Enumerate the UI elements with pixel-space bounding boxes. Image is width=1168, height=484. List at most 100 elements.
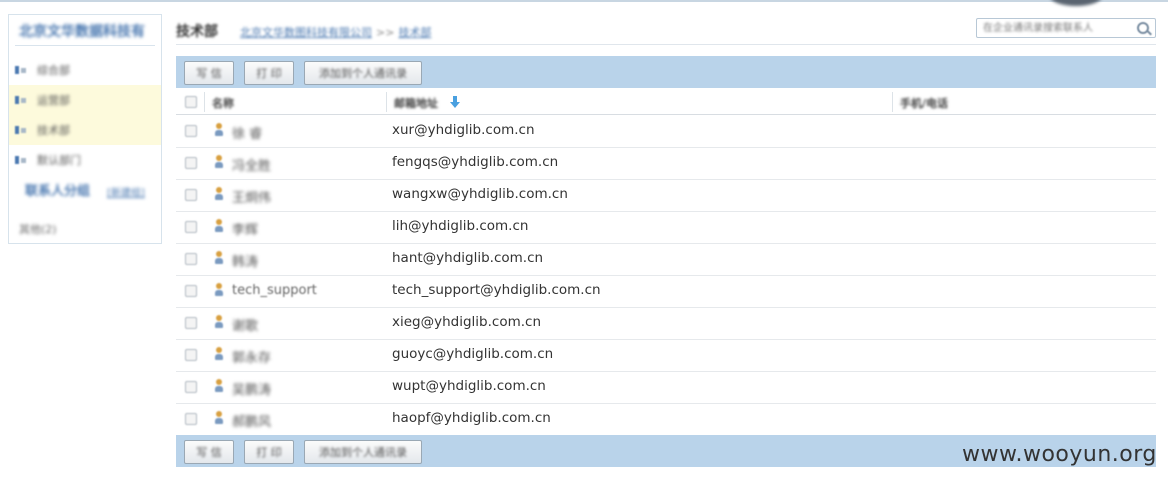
table-row[interactable]: 谢歌 xieg@yhdiglib.com.cn (176, 307, 1156, 340)
contact-name[interactable]: 郭永存 (232, 347, 271, 366)
table-row[interactable]: 王炯伟 wangxw@yhdiglib.com.cn (176, 179, 1156, 212)
contact-email[interactable]: lih@yhdiglib.com.cn (392, 218, 528, 234)
row-checkbox[interactable] (185, 349, 197, 361)
write-button[interactable]: 写 信 (184, 61, 234, 85)
contact-email[interactable]: wangxw@yhdiglib.com.cn (392, 186, 568, 202)
top-toolbar: 写 信 打 印 添加到个人通讯录 (176, 56, 1156, 88)
sidebar-item-dept-1[interactable]: 综合部 (9, 55, 161, 85)
table-row[interactable]: 吴鹏涛 wupt@yhdiglib.com.cn (176, 371, 1156, 404)
add-to-personal-contacts-button[interactable]: 添加到个人通讯录 (304, 440, 422, 464)
write-button-label: 写 信 (196, 446, 222, 459)
contact-email[interactable]: tech_support@yhdiglib.com.cn (392, 282, 601, 298)
breadcrumb: 北京文华数图科技有限公司 >> 技术部 (240, 24, 431, 40)
contact-email[interactable]: guoyc@yhdiglib.com.cn (392, 346, 553, 362)
breadcrumb-root-link[interactable]: 北京文华数图科技有限公司 (240, 26, 372, 39)
row-checkbox[interactable] (185, 317, 197, 329)
table-row[interactable]: tech_support tech_support@yhdiglib.com.c… (176, 275, 1156, 308)
row-checkbox[interactable] (185, 189, 197, 201)
avatar (1050, 0, 1102, 6)
sort-down-icon[interactable] (450, 96, 460, 108)
row-checkbox[interactable] (185, 285, 197, 297)
folder-icon (15, 156, 27, 164)
add-to-personal-label: 添加到个人通讯录 (319, 67, 407, 80)
table-row[interactable]: 韩涛 hant@yhdiglib.com.cn (176, 243, 1156, 276)
contact-email[interactable]: fengqs@yhdiglib.com.cn (392, 154, 558, 170)
column-separator (386, 92, 387, 112)
row-checkbox[interactable] (185, 125, 197, 137)
column-header-phone[interactable]: 手机/电话 (900, 95, 948, 111)
row-checkbox[interactable] (185, 157, 197, 169)
select-all-checkbox[interactable] (185, 96, 197, 108)
print-button[interactable]: 打 印 (244, 440, 294, 464)
sidebar-item-other-group[interactable]: 其他(2) (19, 221, 57, 237)
org-title-link[interactable]: 北京文华数据科技有 (19, 21, 145, 41)
row-checkbox[interactable] (185, 253, 197, 265)
column-header-name[interactable]: 名称 (212, 95, 234, 111)
column-separator (204, 92, 205, 112)
contact-email[interactable]: haopf@yhdiglib.com.cn (392, 410, 551, 426)
search-icon[interactable] (1137, 22, 1149, 34)
breadcrumb-current-link[interactable]: 技术部 (398, 26, 431, 39)
person-icon (215, 155, 223, 169)
person-icon (215, 283, 223, 297)
add-to-personal-contacts-button[interactable]: 添加到个人通讯录 (304, 61, 422, 85)
person-icon (215, 251, 223, 265)
folder-icon (15, 96, 27, 104)
add-to-personal-label: 添加到个人通讯录 (319, 446, 407, 459)
table-row[interactable]: 徐 睿 xur@yhdiglib.com.cn (176, 115, 1156, 148)
contact-email[interactable]: xieg@yhdiglib.com.cn (392, 314, 541, 330)
column-separator (892, 92, 893, 112)
breadcrumb-separator: >> (376, 26, 395, 39)
print-button-label: 打 印 (256, 446, 282, 459)
sidebar-item-label: 运营部 (37, 94, 70, 107)
table-header: 名称 邮箱地址 手机/电话 (176, 90, 1156, 115)
person-icon (215, 219, 223, 233)
folder-icon (15, 66, 27, 74)
row-checkbox[interactable] (185, 221, 197, 233)
print-button-label: 打 印 (256, 67, 282, 80)
sidebar: 北京文华数据科技有 综合部 运营部 技术部 默认部门 联系人分组 [新建组] 其… (8, 14, 162, 244)
person-icon (215, 187, 223, 201)
row-checkbox[interactable] (185, 381, 197, 393)
column-header-email[interactable]: 邮箱地址 (394, 95, 438, 111)
search-input[interactable] (977, 19, 1133, 37)
contact-email[interactable]: wupt@yhdiglib.com.cn (392, 378, 546, 394)
contact-groups-title: 联系人分组 (25, 184, 91, 199)
write-button-label: 写 信 (196, 67, 222, 80)
row-checkbox[interactable] (185, 413, 197, 425)
table-row[interactable]: 郝鹏风 haopf@yhdiglib.com.cn (176, 403, 1156, 435)
contact-email[interactable]: hant@yhdiglib.com.cn (392, 250, 543, 266)
sidebar-item-dept-2[interactable]: 运营部 (9, 85, 161, 115)
page-title: 技术部 (176, 24, 218, 40)
print-button[interactable]: 打 印 (244, 61, 294, 85)
table-row[interactable]: 郭永存 guoyc@yhdiglib.com.cn (176, 339, 1156, 372)
top-border (0, 0, 1168, 2)
new-group-link[interactable]: [新建组] (107, 184, 145, 199)
contact-name[interactable]: 郝鹏风 (232, 411, 271, 430)
contact-name[interactable]: 谢歌 (232, 315, 258, 334)
write-button[interactable]: 写 信 (184, 440, 234, 464)
person-icon (215, 411, 223, 425)
person-icon (215, 347, 223, 361)
sidebar-item-dept-3[interactable]: 技术部 (9, 115, 161, 145)
contact-email[interactable]: xur@yhdiglib.com.cn (392, 122, 535, 138)
table-row[interactable]: 李辉 lih@yhdiglib.com.cn (176, 211, 1156, 244)
search-box (976, 18, 1156, 38)
contact-name[interactable]: tech_support (232, 283, 317, 298)
contact-name[interactable]: 冯全胜 (232, 155, 271, 174)
sidebar-item-label: 技术部 (37, 124, 70, 137)
divider (176, 44, 1156, 45)
sidebar-item-label: 综合部 (37, 64, 70, 77)
divider (15, 45, 155, 46)
watermark: www.wooyun.org (962, 442, 1157, 467)
contact-name[interactable]: 徐 睿 (232, 123, 262, 142)
folder-icon (15, 126, 27, 134)
sidebar-item-dept-4[interactable]: 默认部门 (9, 145, 161, 175)
contact-name[interactable]: 韩涛 (232, 251, 258, 270)
contact-name[interactable]: 吴鹏涛 (232, 379, 271, 398)
person-icon (215, 123, 223, 137)
table-row[interactable]: 冯全胜 fengqs@yhdiglib.com.cn (176, 147, 1156, 180)
contact-name[interactable]: 王炯伟 (232, 187, 271, 206)
person-icon (215, 315, 223, 329)
contact-name[interactable]: 李辉 (232, 219, 258, 238)
